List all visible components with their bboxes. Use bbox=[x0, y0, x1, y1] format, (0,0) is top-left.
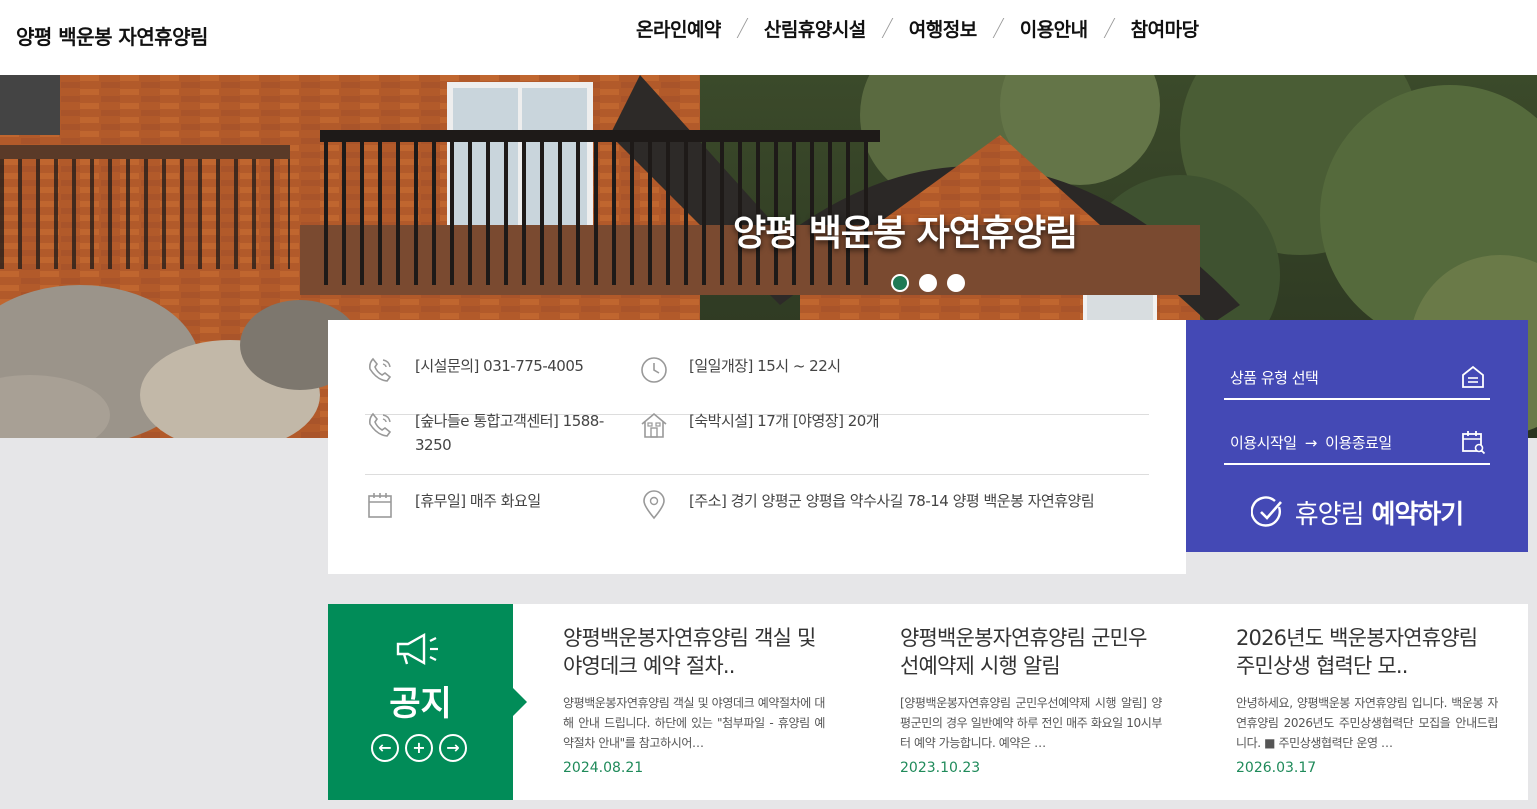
house-icon bbox=[641, 412, 667, 438]
calendar-search-icon bbox=[1462, 431, 1486, 455]
notice-item-date: 2024.08.21 bbox=[563, 760, 644, 776]
phone-icon bbox=[369, 357, 392, 382]
date-range-picker[interactable]: 이용시작일 → 이용종료일 bbox=[1224, 420, 1490, 465]
info-hours: [일일개장] 15시 ~ 22시 bbox=[639, 354, 841, 385]
notice-title: 공지 bbox=[389, 684, 452, 724]
notice-item-summary: [양평백운봉자연휴양림 군민우선예약제 시행 알림] 양평군민의 경우 일반예약… bbox=[900, 696, 1162, 750]
house-list-icon bbox=[1462, 365, 1484, 388]
info-lodging: [숙박시설] 17개 [야영장] 20개 bbox=[639, 409, 880, 440]
lodging-text: [숙박시설] 17개 [야영장] 20개 bbox=[689, 412, 880, 430]
address-text: [주소] 경기 양평군 양평읍 약수사길 78-14 양평 백운봉 자연휴양림 bbox=[689, 492, 1095, 510]
prev-arrow-icon[interactable]: ← bbox=[371, 734, 399, 762]
hours-text: [일일개장] 15시 ~ 22시 bbox=[689, 357, 841, 375]
calendar-icon bbox=[368, 493, 392, 518]
clock-icon bbox=[641, 357, 667, 383]
product-type-label: 상품 유형 선택 bbox=[1230, 369, 1319, 387]
site-logo[interactable]: 양평 백운봉 자연휴양림 bbox=[16, 21, 208, 50]
info-row: [시설문의] 031-775-4005 [일일개장] 15시 ~ 22시 bbox=[365, 340, 1149, 415]
check-circle-icon bbox=[1250, 496, 1282, 527]
notice-item-summary: 양평백운봉자연휴양림 객실 및 야영데크 예약절차에 대해 안내 드립니다. 하… bbox=[563, 696, 825, 750]
phone-icon bbox=[369, 412, 392, 437]
location-pin-icon bbox=[643, 490, 665, 520]
closed-text: [휴무일] 매주 화요일 bbox=[415, 492, 541, 510]
notice-controls: ← + → bbox=[371, 734, 467, 762]
info-callcenter: [숲나들e 통합고객센터] 1588-3250 bbox=[365, 409, 635, 457]
start-date-label: 이용시작일 bbox=[1230, 434, 1297, 452]
site-header: 양평 백운봉 자연휴양림 온라인예약 산림휴양시설 여행정보 이용안내 참여마당 bbox=[0, 0, 1537, 75]
nav-forest-facilities[interactable]: 산림휴양시설 bbox=[743, 15, 887, 42]
reserve-button-prefix: 휴양림 bbox=[1294, 499, 1365, 530]
notice-item-title[interactable]: 양평백운봉자연휴양림 군민우선예약제 시행 알림 bbox=[900, 624, 1162, 680]
date-arrow: → bbox=[1304, 434, 1318, 452]
info-row: [휴무일] 매주 화요일 [주소] 경기 양평군 양평읍 약수사길 78-14 … bbox=[365, 475, 1149, 555]
notice-item[interactable]: 2026년도 백운봉자연휴양림 주민상생 협력단 모.. 안녕하세요, 양평백운… bbox=[1236, 624, 1498, 776]
info-closed: [휴무일] 매주 화요일 bbox=[365, 489, 541, 520]
date-range-label: 이용시작일 → 이용종료일 bbox=[1230, 432, 1392, 453]
notice-item-date: 2023.10.23 bbox=[900, 760, 981, 776]
main-nav: 온라인예약 산림휴양시설 여행정보 이용안내 참여마당 bbox=[615, 12, 1220, 44]
megaphone-icon bbox=[396, 632, 438, 666]
notice-item-summary: 안녕하세요, 양평백운봉 자연휴양림 입니다. 백운봉 자연휴양림 2026년도… bbox=[1236, 696, 1498, 750]
reservation-panel: 상품 유형 선택 이용시작일 → 이용종료일 휴양림 예약하기 bbox=[1186, 320, 1528, 552]
slide-dot-1[interactable] bbox=[891, 274, 909, 292]
notice-item-title[interactable]: 양평백운봉자연휴양림 객실 및 야영데크 예약 절차.. bbox=[563, 624, 825, 680]
info-address: [주소] 경기 양평군 양평읍 약수사길 78-14 양평 백운봉 자연휴양림 bbox=[639, 489, 1119, 520]
product-type-select[interactable]: 상품 유형 선택 bbox=[1224, 355, 1490, 400]
nav-community[interactable]: 참여마당 bbox=[1110, 15, 1220, 42]
plus-more-icon[interactable]: + bbox=[405, 734, 433, 762]
info-row: [숲나들e 통합고객센터] 1588-3250 [숙박시설] 17개 [야영장]… bbox=[365, 405, 1149, 475]
info-phone: [시설문의] 031-775-4005 bbox=[365, 354, 584, 385]
end-date-label: 이용종료일 bbox=[1325, 434, 1392, 452]
hero-title: 양평 백운봉 자연휴양림 bbox=[733, 213, 1078, 254]
slide-dot-2[interactable] bbox=[919, 274, 937, 292]
facility-info-panel: [시설문의] 031-775-4005 [일일개장] 15시 ~ 22시 [숲나… bbox=[328, 320, 1186, 574]
notice-item[interactable]: 양평백운봉자연휴양림 군민우선예약제 시행 알림 [양평백운봉자연휴양림 군민우… bbox=[900, 624, 1162, 776]
notice-item-title[interactable]: 2026년도 백운봉자연휴양림 주민상생 협력단 모.. bbox=[1236, 624, 1498, 680]
notice-header: 공지 ← + → bbox=[328, 604, 527, 800]
reserve-button[interactable]: 휴양림 예약하기 bbox=[1186, 490, 1528, 534]
slider-pagination bbox=[891, 274, 965, 292]
callcenter-text: [숲나들e 통합고객센터] 1588-3250 bbox=[415, 412, 604, 454]
reserve-button-label: 예약하기 bbox=[1371, 499, 1465, 530]
notice-item-date: 2026.03.17 bbox=[1236, 760, 1317, 776]
notice-item[interactable]: 양평백운봉자연휴양림 객실 및 야영데크 예약 절차.. 양평백운봉자연휴양림 … bbox=[563, 624, 825, 776]
nav-travel-info[interactable]: 여행정보 bbox=[888, 15, 998, 42]
nav-online-reservation[interactable]: 온라인예약 bbox=[615, 15, 742, 42]
slide-dot-3[interactable] bbox=[947, 274, 965, 292]
nav-usage-guide[interactable]: 이용안내 bbox=[999, 15, 1109, 42]
notice-section: 공지 ← + → 양평백운봉자연휴양림 객실 및 야영데크 예약 절차.. 양평… bbox=[328, 604, 1528, 800]
phone-text: [시설문의] 031-775-4005 bbox=[415, 357, 584, 375]
next-arrow-icon[interactable]: → bbox=[439, 734, 467, 762]
